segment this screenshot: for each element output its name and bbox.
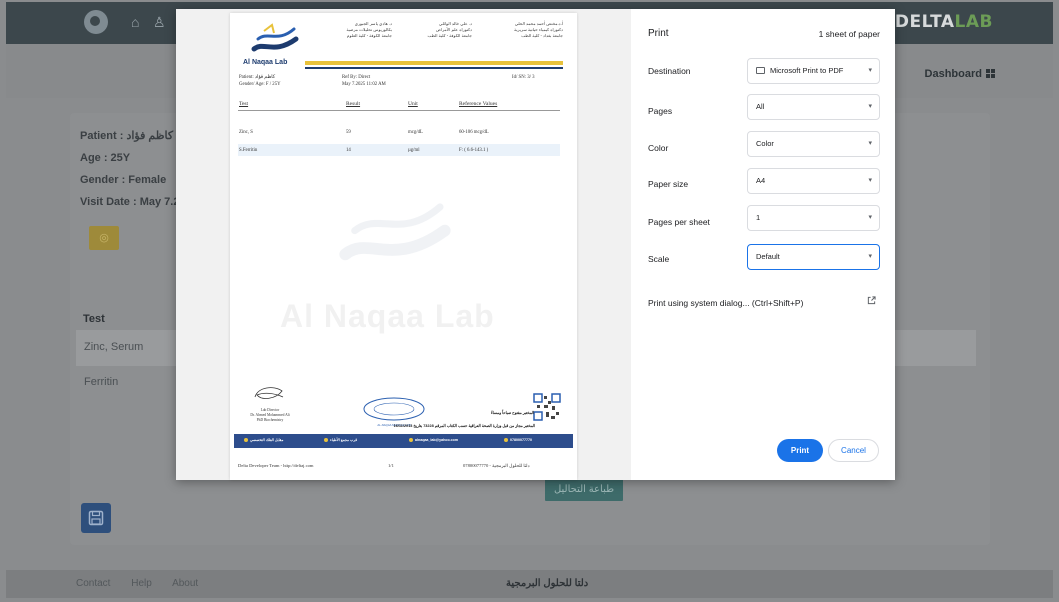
patient-info: Patient : كاظم فؤاد Age : 25Y Gender : F… — [80, 125, 179, 213]
report-col-result: Result — [346, 101, 361, 107]
destination-select[interactable]: Microsoft Print to PDF ▾ — [747, 58, 880, 84]
tests-table-header: Test — [83, 313, 105, 325]
header-divider-blue — [305, 67, 563, 69]
patient-name: Patient : كاظم فؤاد — [80, 130, 174, 142]
cancel-button[interactable]: Cancel — [828, 439, 879, 462]
lab-name: Al Naqaa Lab — [243, 59, 288, 66]
sheet-count: 1 sheet of paper — [818, 29, 880, 39]
signature-text: Lab Director Dr. Ahmed Mohammed Ali PhD Bi… — [250, 408, 290, 422]
chevron-down-icon: ▾ — [868, 177, 872, 184]
app-logo-icon — [84, 10, 108, 34]
watermark-logo-icon — [339, 203, 451, 261]
report-watermark: Al Naqaa Lab — [280, 298, 495, 334]
report-header-doctor-1: أ.د.مختص أحمد محمد الحلي دكتوراه كيمياء ح… — [514, 21, 563, 38]
header-divider-gold — [305, 61, 563, 65]
user-icon[interactable]: ♙ — [153, 14, 166, 31]
chevron-down-icon: ▾ — [868, 67, 872, 74]
report-note-hours: المختبر مفتوح صباحاً ومساءً — [490, 411, 534, 415]
pages-per-sheet-label: Pages per sheet — [648, 217, 710, 227]
print-button[interactable]: Print — [777, 439, 823, 462]
report-ref-meta: Ref By: Direct May 7.2025 11:02 AM — [342, 75, 386, 87]
print-preview-area[interactable]: Al Naqaa Lab أ.د.مختص أحمد محمد الحلي دكت… — [176, 9, 631, 480]
color-label: Color — [648, 143, 669, 153]
footer-links: Contact Help About — [76, 578, 210, 589]
report-patient-meta: Patient: كاظم فؤاد Gender/ Age: F / 25Y — [239, 75, 281, 87]
print-dialog: Al Naqaa Lab أ.د.مختص أحمد محمد الحلي دكت… — [176, 9, 895, 480]
pages-label: Pages — [648, 106, 673, 116]
pages-select[interactable]: All ▾ — [747, 94, 880, 120]
print-analysis-button[interactable]: طباعة التحاليل — [545, 479, 623, 501]
report-row: S.Ferritin 14 µg/ml F: ( 6.6-143.1 ) — [238, 144, 560, 156]
footer-link-about[interactable]: About — [172, 578, 198, 589]
footer-company: دلتا للحلول البرمجية — [506, 578, 589, 589]
open-external-icon[interactable] — [867, 296, 876, 305]
save-icon — [88, 510, 104, 526]
patient-age: Age : 25Y — [80, 152, 131, 164]
chevron-down-icon: ▾ — [868, 140, 872, 147]
report-footer-bar: مقابل الفلك التخصصي قرب مجمع الأطباء aln… — [234, 434, 573, 448]
report-header-doctor-2: د. علي خالد الوائلي دكتوراه علم الأمراض جا… — [427, 21, 472, 38]
dashboard-link[interactable]: Dashboard — [925, 68, 995, 80]
report-col-unit: Unit — [408, 101, 418, 107]
chevron-down-icon: ▾ — [868, 253, 872, 260]
report-header-doctor-3: د. هادي ياسر الجبوري بكالوريوس تحليلات مر… — [346, 21, 392, 38]
report-note-license: المختبر مجاز من قبل وزارة الصحة العراقية… — [393, 424, 535, 428]
paper-size-select[interactable]: A4 ▾ — [747, 168, 880, 194]
destination-label: Destination — [648, 66, 691, 76]
paper-size-label: Paper size — [648, 179, 689, 189]
toggle-visibility-button[interactable]: ◎ — [89, 226, 119, 250]
chevron-down-icon: ▾ — [868, 103, 872, 110]
grid-icon — [986, 69, 995, 78]
scale-label: Scale — [648, 254, 670, 264]
lab-stamp-icon — [363, 397, 425, 421]
save-button[interactable] — [81, 503, 111, 533]
pages-per-sheet-select[interactable]: 1 ▾ — [747, 205, 880, 231]
qr-code-icon — [533, 393, 561, 421]
report-col-reference: Reference Values — [459, 101, 498, 107]
footer-link-help[interactable]: Help — [131, 578, 152, 589]
app-footer: Contact Help About دلتا للحلول البرمجية — [6, 570, 1053, 598]
chevron-down-icon: ▾ — [868, 214, 872, 221]
notification-bell-icon[interactable]: ⌂ — [131, 14, 139, 30]
report-header-line — [238, 110, 560, 111]
patient-gender: Gender : Female — [80, 174, 167, 186]
report-col-test: Test — [239, 101, 249, 107]
print-settings-panel: Print 1 sheet of paper Destination Micro… — [631, 9, 895, 480]
visit-date: Visit Date : May 7.2 — [80, 196, 180, 208]
scale-select[interactable]: Default ▾ — [747, 244, 880, 270]
report-row: Zinc, S 59 mcg/dL 60-106 mcg/dL — [239, 130, 489, 135]
lab-logo-icon — [251, 23, 299, 52]
brand-logo: DELTALAB — [894, 12, 993, 32]
preview-page: Al Naqaa Lab أ.د.مختص أحمد محمد الحلي دكت… — [230, 13, 577, 480]
footer-link-contact[interactable]: Contact — [76, 578, 110, 589]
printer-icon — [756, 67, 765, 74]
color-select[interactable]: Color ▾ — [747, 131, 880, 157]
report-id: Id/ SN: 3/ 3 — [512, 75, 535, 80]
print-title: Print — [648, 28, 669, 39]
system-dialog-link[interactable]: Print using system dialog... (Ctrl+Shift… — [648, 298, 803, 308]
signature-icon — [254, 387, 284, 399]
